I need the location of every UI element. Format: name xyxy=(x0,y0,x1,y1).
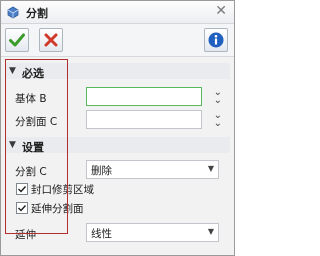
info-button[interactable] xyxy=(204,28,228,52)
base-input[interactable] xyxy=(86,87,202,106)
base-expand-icon[interactable]: ⌄ ⌄ xyxy=(214,88,222,106)
extend-value: 线性 xyxy=(91,228,112,240)
title-bar: 分割 ✕ xyxy=(1,1,234,24)
ok-button[interactable] xyxy=(5,28,29,52)
close-icon[interactable]: ✕ xyxy=(215,4,227,18)
base-label: 基体 B xyxy=(15,93,47,105)
extend-split-face-checkbox[interactable] xyxy=(16,202,28,214)
section-settings-label: 设置 xyxy=(22,141,44,154)
split-mode-label: 分割 C xyxy=(15,166,47,178)
dialog-title: 分割 xyxy=(26,7,48,20)
split-mode-value: 删除 xyxy=(91,165,112,177)
section-required-label: 必选 xyxy=(22,67,44,80)
cancel-button[interactable] xyxy=(39,28,63,52)
split-mode-select[interactable]: 删除 ▼ xyxy=(86,160,219,179)
dropdown-arrow-icon: ▼ xyxy=(207,164,214,173)
collapse-triangle-icon: ▼ xyxy=(9,140,16,150)
split-dialog: 分割 ✕ ▼ 必选 基体 B ⌄ ⌄ 分割面 C ⌄ ⌄ ▼ 设置 分割 C 删… xyxy=(0,0,235,256)
extend-select[interactable]: 线性 ▼ xyxy=(86,223,219,242)
seal-trim-checkbox[interactable] xyxy=(16,183,28,195)
extend-split-face-label: 延伸分割面 xyxy=(31,203,84,215)
split-face-input[interactable] xyxy=(86,110,202,129)
section-settings-header[interactable]: ▼ 设置 xyxy=(6,137,230,154)
collapse-triangle-icon: ▼ xyxy=(9,66,16,76)
split-face-expand-icon[interactable]: ⌄ ⌄ xyxy=(214,111,222,129)
split-face-label: 分割面 C xyxy=(15,116,58,128)
extend-label: 延伸 xyxy=(15,229,36,241)
split-app-icon xyxy=(6,5,20,19)
dropdown-arrow-icon: ▼ xyxy=(207,227,214,236)
toolbar xyxy=(1,24,234,57)
section-required-header[interactable]: ▼ 必选 xyxy=(6,63,230,80)
seal-trim-label: 封口修剪区域 xyxy=(31,184,94,196)
